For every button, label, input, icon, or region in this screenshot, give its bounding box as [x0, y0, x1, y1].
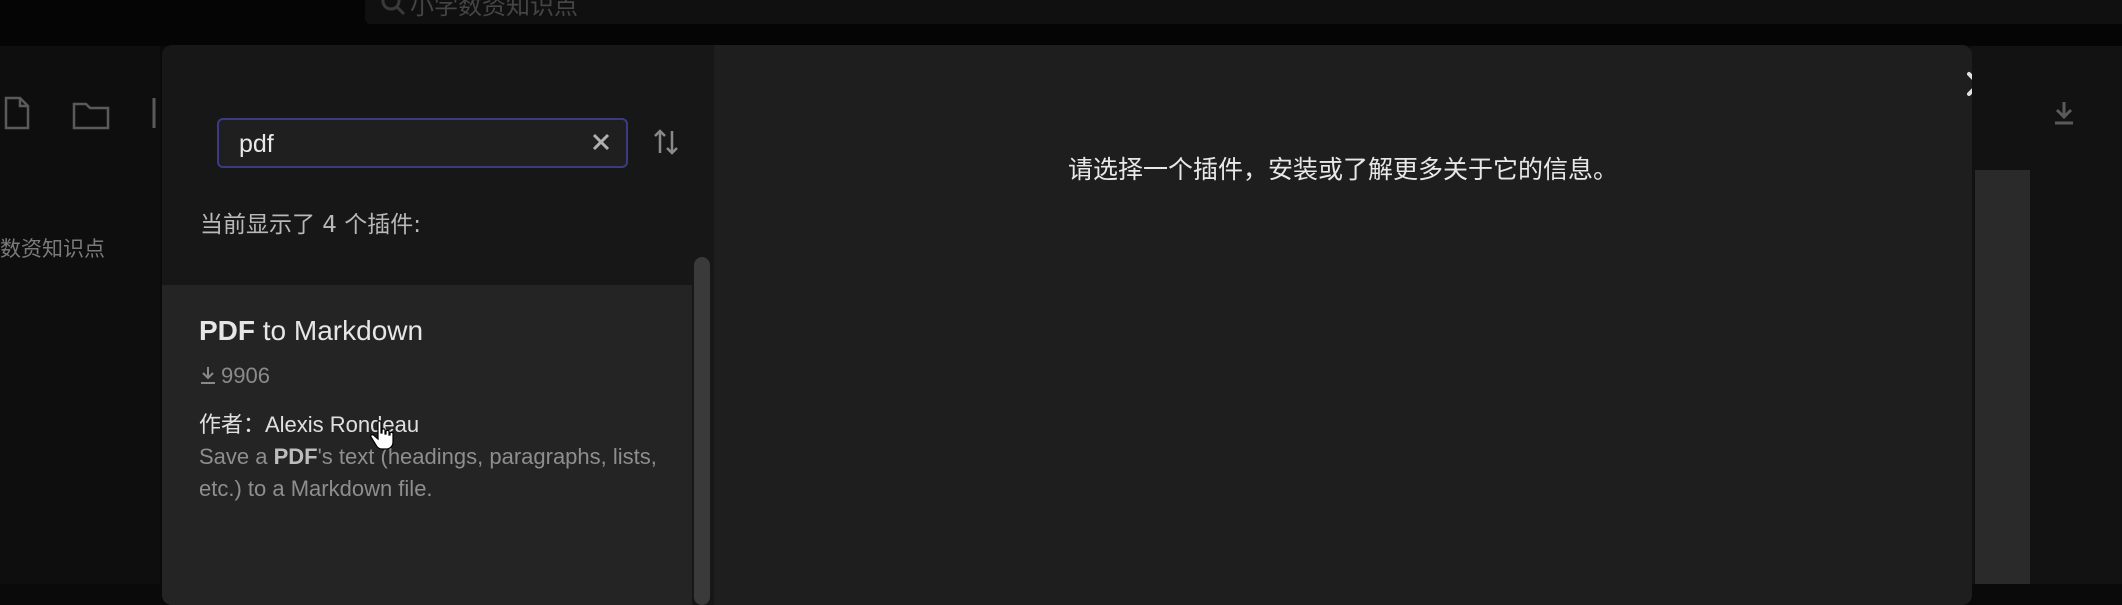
sort-icon[interactable] [652, 128, 680, 160]
plugin-name-rest: to Markdown [255, 315, 424, 346]
download-count: 9906 [221, 363, 270, 388]
search-input[interactable] [237, 125, 571, 163]
plugin-description: Save a PDF's text (headings, paragraphs,… [199, 441, 669, 505]
desc-prefix: Save a [199, 444, 274, 469]
desc-highlight: PDF [273, 444, 318, 469]
sort-files-icon[interactable] [150, 96, 160, 134]
left-ribbon: 数资知识点 [0, 46, 160, 584]
plugin-name-highlight: PDF [199, 315, 255, 346]
download-icon[interactable] [2052, 100, 2076, 130]
close-icon[interactable] [1964, 69, 1972, 103]
scrollbar[interactable] [694, 257, 710, 605]
folder-icon[interactable] [72, 98, 110, 134]
clear-icon[interactable] [590, 131, 612, 157]
title-tab[interactable] [365, 0, 2122, 24]
plugin-list-pane: 当前显示了 4 个插件: PDF to Markdown 9906 作者：Ale… [162, 45, 714, 605]
right-panel-content [1975, 170, 2030, 584]
community-plugins-modal: 当前显示了 4 个插件: PDF to Markdown 9906 作者：Ale… [162, 45, 1972, 605]
window-title: 小学数资知识点 [410, 0, 578, 20]
plugin-downloads: 9906 [199, 363, 270, 389]
plugin-name: PDF to Markdown [199, 315, 423, 347]
app-titlebar: 小学数资知识点 [0, 0, 2122, 46]
plugin-detail-pane: 请选择一个插件，安装或了解更多关于它的信息。 [714, 45, 1972, 605]
info-message: 请选择一个插件，安装或了解更多关于它的信息。 [1067, 155, 1618, 184]
new-note-icon[interactable] [2, 96, 32, 134]
search-box[interactable] [217, 118, 628, 168]
download-count-icon [201, 367, 215, 384]
plugin-count-label: 当前显示了 4 个插件: [200, 212, 422, 238]
search-icon [380, 0, 406, 20]
file-tree-item[interactable]: 数资知识点 [0, 233, 105, 263]
hand-cursor-icon [370, 420, 394, 454]
plugin-card[interactable]: PDF to Markdown 9906 作者：Alexis Rondeau S… [162, 285, 692, 605]
